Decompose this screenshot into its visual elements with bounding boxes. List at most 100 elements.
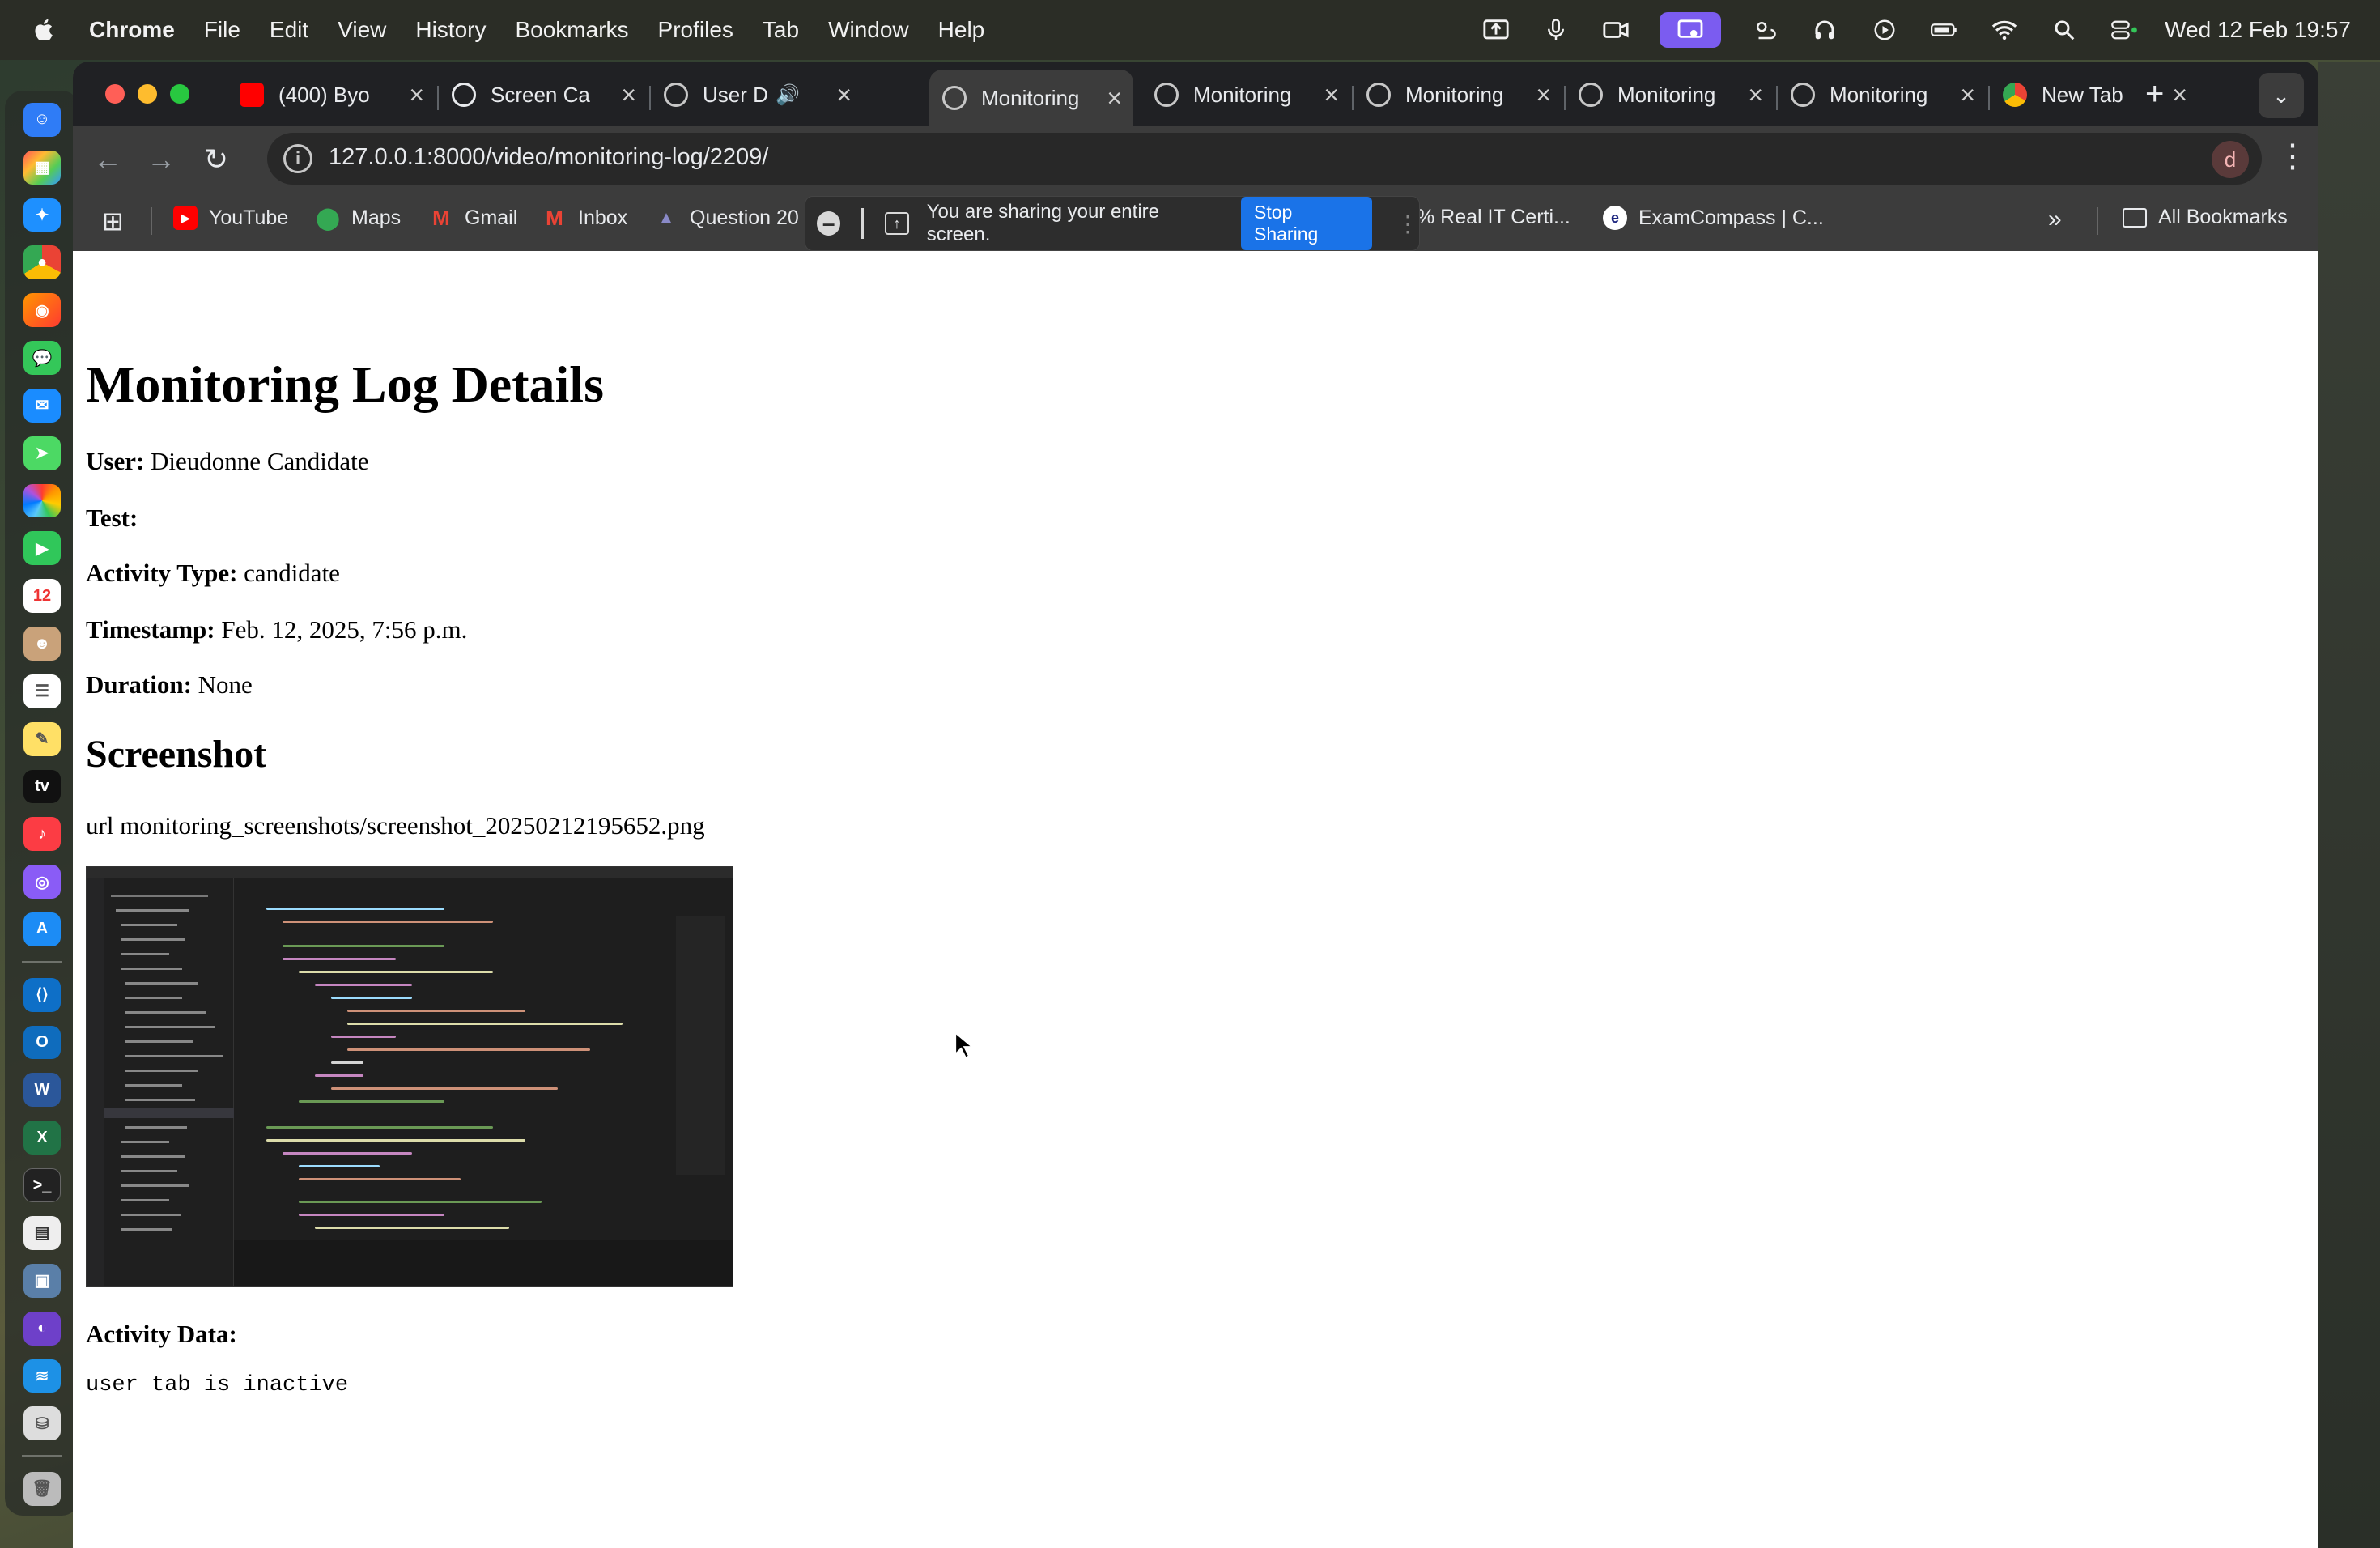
facetime-icon[interactable]: ▶ [23, 531, 61, 566]
chrome-dock-icon[interactable]: ● [23, 245, 61, 280]
reminders-icon[interactable]: ☰ [23, 674, 61, 708]
close-icon[interactable]: × [836, 80, 852, 110]
bookmark-examcompass[interactable]: e ExamCompass | C... [1603, 206, 1824, 230]
new-tab-button[interactable]: + [2145, 76, 2164, 113]
music-icon[interactable]: ♪ [23, 817, 61, 852]
headphones-icon[interactable] [1808, 16, 1841, 44]
tab-user-d[interactable]: User D 🔊 × [651, 70, 863, 120]
battery-icon[interactable] [1928, 16, 1961, 44]
bookmarks-divider [2097, 207, 2098, 235]
drag-handle-icon[interactable]: ⋮ [1396, 211, 1419, 237]
spotlight-search-icon[interactable] [2048, 16, 2080, 44]
microphone-icon[interactable] [1540, 16, 1572, 44]
vscode-icon[interactable]: ⟨⟩ [23, 977, 61, 1012]
maps-dock-icon[interactable]: ➤ [23, 436, 61, 470]
close-icon[interactable]: × [1107, 83, 1122, 113]
menu-window[interactable]: Window [828, 17, 909, 43]
close-icon[interactable]: × [409, 80, 424, 110]
bookmark-real-it-cert[interactable]: % Real IT Certi... [1417, 206, 1570, 229]
notes-icon[interactable]: ✎ [23, 721, 61, 756]
menu-help[interactable]: Help [938, 17, 985, 43]
menu-file[interactable]: File [204, 17, 240, 43]
tab-monitoring[interactable]: Monitoring × [1141, 70, 1350, 120]
bookmark-inbox[interactable]: M Inbox [542, 206, 627, 230]
close-window-button[interactable] [105, 84, 125, 104]
close-icon[interactable]: × [1960, 80, 1975, 110]
firefox-icon[interactable]: ◉ [23, 293, 61, 328]
close-icon[interactable]: × [621, 80, 636, 110]
screen-sharing-indicator-icon[interactable] [1660, 12, 1722, 48]
reload-icon[interactable]: ↻ [198, 141, 235, 178]
textedit-icon[interactable]: ▤ [23, 1216, 61, 1250]
menu-bookmarks[interactable]: Bookmarks [515, 17, 628, 43]
close-icon[interactable]: × [1748, 80, 1763, 110]
close-icon[interactable]: × [1536, 80, 1551, 110]
speaker-icon[interactable]: 🔊 [776, 83, 800, 107]
stop-sharing-button[interactable]: Stop Sharing [1241, 197, 1372, 250]
tab-monitoring[interactable]: Monitoring × [1566, 70, 1774, 120]
weather-icon[interactable] [1749, 16, 1781, 44]
bookmark-youtube[interactable]: ▶ YouTube [173, 206, 288, 230]
photos-icon[interactable] [23, 483, 61, 518]
terminal-icon[interactable]: >_ [23, 1168, 61, 1203]
menu-history[interactable]: History [415, 17, 486, 43]
thumb-activity-bar [87, 878, 104, 1286]
tab-screen-capture[interactable]: Screen Ca × [439, 70, 648, 120]
thumb-terminal-panel [234, 1240, 733, 1286]
camera-icon[interactable] [1600, 16, 1632, 44]
control-center-icon[interactable] [2108, 16, 2140, 44]
screen-upload-icon[interactable] [1480, 16, 1512, 44]
tab-new-tab[interactable]: New Tab × [1990, 70, 2199, 120]
launchpad-icon[interactable]: ▦ [23, 150, 61, 185]
minimize-window-button[interactable] [138, 84, 157, 104]
tab-monitoring[interactable]: Monitoring × [1778, 70, 1987, 120]
back-arrow-icon[interactable]: ← [89, 141, 126, 178]
app-store-icon[interactable]: A [23, 912, 61, 946]
menu-tab[interactable]: Tab [763, 17, 799, 43]
all-bookmarks-folder[interactable]: All Bookmarks [2123, 206, 2288, 229]
apps-grid-icon[interactable]: ⊞ [102, 206, 124, 236]
bookmark-maps[interactable]: ⬤ Maps [316, 206, 401, 230]
site-info-icon[interactable]: i [283, 144, 312, 173]
database-icon[interactable]: ⛁ [23, 1406, 61, 1441]
close-icon[interactable]: × [1324, 80, 1339, 110]
preview-icon[interactable]: ▣ [23, 1263, 61, 1298]
profile-avatar[interactable]: d [2212, 141, 2249, 178]
github-desktop-icon[interactable]: ◐ [23, 1311, 61, 1346]
messages-icon[interactable]: 💬 [23, 341, 61, 375]
trash-icon[interactable]: 🗑 [23, 1472, 61, 1506]
close-icon[interactable]: × [2172, 80, 2187, 110]
minimize-banner-icon[interactable]: – [817, 211, 841, 236]
chrome-menu-icon[interactable]: ⋮ [2276, 138, 2309, 175]
zoom-window-button[interactable] [170, 84, 189, 104]
address-bar[interactable]: i 127.0.0.1:8000/video/monitoring-log/22… [267, 133, 2262, 185]
safari-icon[interactable]: ✦ [23, 198, 61, 232]
play-icon[interactable] [1868, 16, 1901, 44]
apple-tv-icon[interactable]: tv [23, 769, 61, 804]
mail-icon[interactable]: ✉ [23, 388, 61, 423]
podcasts-icon[interactable]: ◎ [23, 865, 61, 899]
more-bookmarks-chevron-icon[interactable]: » [2048, 206, 2062, 233]
tab-search-button[interactable]: ⌄ [2259, 73, 2304, 118]
menu-profiles[interactable]: Profiles [658, 17, 733, 43]
apple-logo-icon[interactable] [31, 16, 58, 44]
bookmark-gmail[interactable]: M Gmail [429, 206, 517, 230]
tab-monitoring-active[interactable]: Monitoring × [929, 70, 1133, 126]
url-text[interactable]: 127.0.0.1:8000/video/monitoring-log/2209… [329, 144, 768, 171]
calendar-icon[interactable]: 12 [23, 579, 61, 614]
docker-icon[interactable]: ≋ [23, 1359, 61, 1393]
wifi-icon[interactable] [1988, 16, 2021, 44]
menubar-clock[interactable]: Wed 12 Feb 19:57 [2165, 17, 2351, 43]
tab-youtube[interactable]: (400) Byo × [227, 70, 436, 120]
tab-monitoring[interactable]: Monitoring × [1354, 70, 1562, 120]
word-icon[interactable]: W [23, 1073, 61, 1108]
menu-view[interactable]: View [338, 17, 386, 43]
forward-arrow-icon[interactable]: → [142, 141, 180, 178]
excel-icon[interactable]: X [23, 1121, 61, 1155]
bookmark-question-20[interactable]: ▲ Question 20 [654, 206, 799, 230]
contacts-icon[interactable]: ☻ [23, 627, 61, 661]
finder-icon[interactable]: ☺ [23, 103, 61, 137]
menu-edit[interactable]: Edit [270, 17, 308, 43]
menu-app-name[interactable]: Chrome [89, 17, 175, 43]
outlook-icon[interactable]: O [23, 1025, 61, 1060]
